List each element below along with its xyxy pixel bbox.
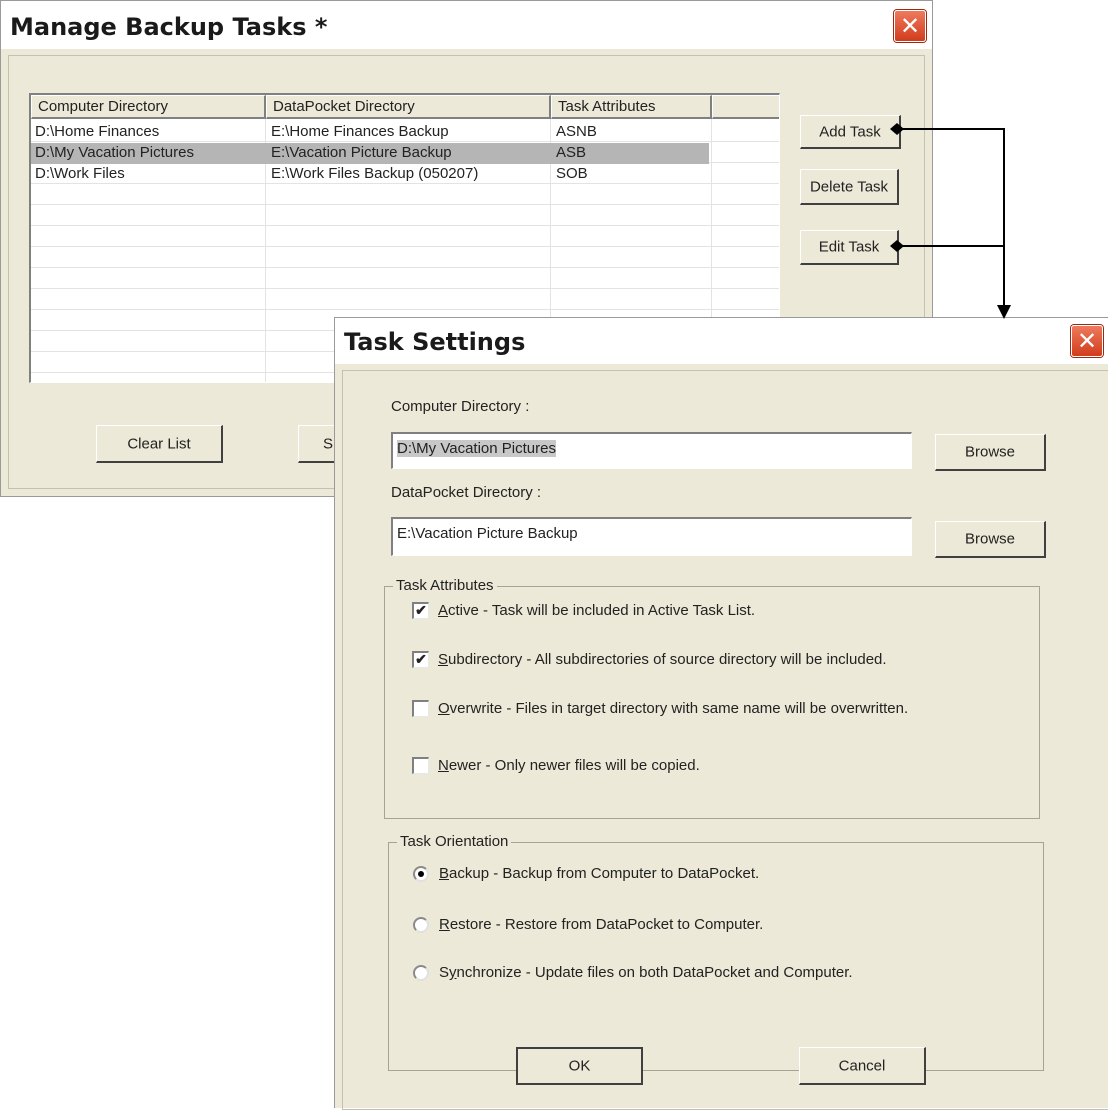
cell-computer-directory: D:\Home Finances <box>35 123 160 140</box>
option-text: verwrite - Files in target directory wit… <box>449 700 909 717</box>
browse-label: Browse <box>964 443 1016 461</box>
access-key: S <box>438 651 449 668</box>
window-title: Task Settings <box>344 328 526 356</box>
computer-directory-label: Computer Directory : <box>391 398 530 415</box>
table-row[interactable]: D:\Work Files E:\Work Files Backup (0502… <box>31 164 779 185</box>
radio-unselected[interactable] <box>413 965 429 981</box>
grid-line <box>31 288 779 289</box>
edit-task-button[interactable]: Edit Task <box>800 230 899 265</box>
synchronize-label: Synchronize - Update files on both DataP… <box>439 963 853 983</box>
delete-task-button[interactable]: Delete Task <box>800 169 899 205</box>
radio-selected[interactable] <box>413 866 429 882</box>
radio-dot <box>418 871 424 877</box>
radio-unselected[interactable] <box>413 917 429 933</box>
computer-directory-value: D:\My Vacation Pictures <box>397 440 556 457</box>
browse-computer-directory-button[interactable]: Browse <box>935 434 1046 471</box>
access-key: N <box>438 757 449 774</box>
option-text: ubdirectory - All subdirectories of sour… <box>448 651 887 668</box>
option-text: ewer - Only newer files will be copied. <box>448 757 700 774</box>
checkbox-unchecked[interactable] <box>412 757 429 774</box>
ok-label: OK <box>568 1057 591 1075</box>
close-icon[interactable]: ✕ <box>894 10 926 42</box>
cell-computer-directory: D:\Work Files <box>35 165 125 182</box>
datapocket-directory-label: DataPocket Directory : <box>391 484 542 501</box>
cell-datapocket-directory: E:\Home Finances Backup <box>271 123 449 140</box>
cancel-label: Cancel <box>838 1057 886 1074</box>
checkbox-checked[interactable]: ✔ <box>412 651 429 668</box>
newer-label: Newer - Only newer files will be copied. <box>438 756 700 776</box>
datapocket-directory-field[interactable]: E:\Vacation Picture Backup <box>391 517 912 556</box>
option-text: estore - Restore from DataPocket to Comp… <box>449 916 764 933</box>
option-prefix: S <box>439 964 450 981</box>
access-key: B <box>439 865 450 882</box>
cell-datapocket-directory: E:\Vacation Picture Backup <box>271 144 452 161</box>
task-attributes-legend: Task Attributes <box>393 577 497 594</box>
ok-button[interactable]: OK <box>516 1047 643 1085</box>
access-key: O <box>438 700 450 717</box>
column-header-task-attributes[interactable]: Task Attributes <box>551 95 712 119</box>
task-orientation-legend: Task Orientation <box>397 833 512 850</box>
column-header-computer-directory[interactable]: Computer Directory <box>31 95 266 119</box>
clear-list-button[interactable]: Clear List <box>96 425 223 463</box>
computer-directory-field[interactable]: D:\My Vacation Pictures <box>391 432 912 469</box>
option-text: ackup - Backup from Computer to DataPock… <box>449 865 760 882</box>
task-settings-window: Task Settings ✕ Computer Directory : D:\… <box>334 317 1108 1110</box>
overwrite-label: Overwrite - Files in target directory wi… <box>438 699 908 719</box>
access-key: R <box>439 916 450 933</box>
checkbox-checked[interactable]: ✔ <box>412 602 429 619</box>
restore-label: Restore - Restore from DataPocket to Com… <box>439 915 763 935</box>
cell-task-attributes: ASB <box>556 144 587 161</box>
grid-line <box>31 267 779 268</box>
cell-computer-directory: D:\My Vacation Pictures <box>35 144 194 161</box>
option-text: nchronize - Update files on both DataPoc… <box>456 964 853 981</box>
datapocket-directory-value: E:\Vacation Picture Backup <box>397 525 578 542</box>
subdirectory-label: Subdirectory - All subdirectories of sou… <box>438 650 887 670</box>
grid-line <box>31 246 779 247</box>
add-task-button[interactable]: Add Task <box>800 115 901 149</box>
option-text: ctive - Task will be included in Active … <box>448 602 756 619</box>
access-key: y <box>449 964 457 981</box>
delete-task-label: Delete Task <box>809 178 889 195</box>
grid-line <box>31 204 779 205</box>
browse-datapocket-directory-button[interactable]: Browse <box>935 521 1046 558</box>
browse-label: Browse <box>964 530 1016 548</box>
column-header-empty[interactable] <box>712 95 779 119</box>
edit-task-label: Edit Task <box>818 238 880 256</box>
table-row[interactable]: D:\Home Finances E:\Home Finances Backup… <box>31 122 779 143</box>
window-title: Manage Backup Tasks * <box>10 13 328 41</box>
column-header-datapocket-directory[interactable]: DataPocket Directory <box>266 95 551 119</box>
cell-task-attributes: ASNB <box>556 123 597 140</box>
cell-task-attributes: SOB <box>556 165 588 182</box>
title-bar[interactable]: Task Settings ✕ <box>335 318 1108 364</box>
grid-line <box>31 309 779 310</box>
table-row-selected[interactable]: D:\My Vacation Pictures E:\Vacation Pict… <box>31 143 709 164</box>
access-key: A <box>438 602 449 619</box>
checkbox-unchecked[interactable] <box>412 700 429 717</box>
active-label: Active - Task will be included in Active… <box>438 601 755 621</box>
backup-label: Backup - Backup from Computer to DataPoc… <box>439 864 759 884</box>
cancel-button[interactable]: Cancel <box>799 1047 926 1085</box>
add-task-label: Add Task <box>819 123 881 140</box>
grid-line <box>31 225 779 226</box>
close-icon[interactable]: ✕ <box>1071 325 1103 357</box>
cell-datapocket-directory: E:\Work Files Backup (050207) <box>271 165 479 182</box>
clear-list-label: Clear List <box>127 435 191 452</box>
title-bar[interactable]: Manage Backup Tasks * ✕ <box>1 1 932 49</box>
